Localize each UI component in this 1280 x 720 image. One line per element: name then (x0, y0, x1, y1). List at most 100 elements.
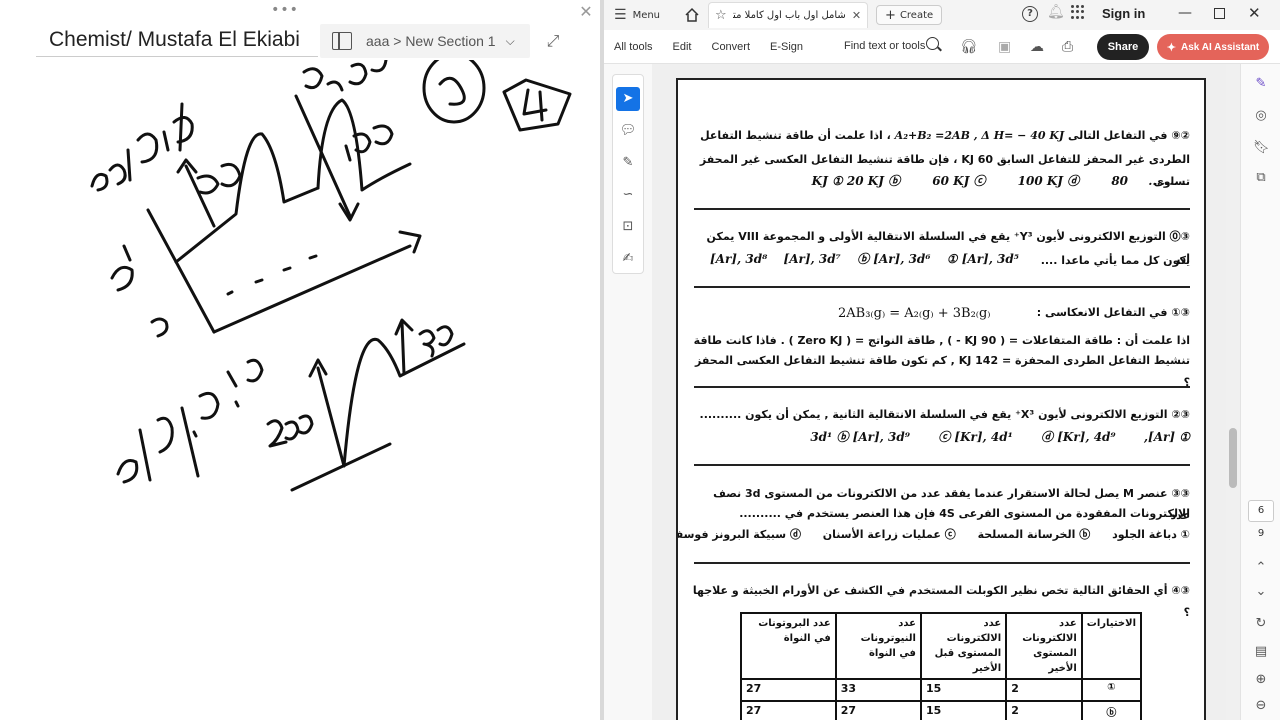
share-button[interactable]: Share (1097, 34, 1149, 60)
edit-link[interactable]: Edit (673, 41, 692, 53)
ai-sparkle-icon: ✦ (1166, 41, 1177, 54)
comments-icon[interactable]: ◎ (1253, 108, 1269, 124)
apps-icon[interactable] (1071, 5, 1085, 19)
upload-cloud-icon[interactable]: ☁ (1030, 38, 1044, 55)
select-cursor-icon[interactable]: ➤ (616, 87, 640, 111)
close-icon[interactable]: ✕ (576, 2, 596, 22)
create-label: Create (899, 9, 934, 21)
table-cell: 15 (919, 700, 1008, 720)
option-d[interactable]: 100 KJ ⓓ (1018, 174, 1080, 188)
home-icon[interactable] (682, 5, 702, 25)
quick-tools-panel: ➤ 💬︎ ✎ ∽ ⊡ ✍ (612, 74, 644, 274)
ink-stroke (400, 320, 406, 376)
ink-stroke (220, 162, 242, 188)
option-b[interactable]: ⓑ [Ar], 3d⁶ (857, 252, 931, 266)
minimize-icon[interactable]: — (1178, 5, 1192, 21)
equation: A₂+B₂ =2AB , Δ H= − 40 KJ (894, 129, 1065, 142)
comment-icon[interactable]: 💬︎ (616, 119, 640, 143)
ink-stroke (192, 430, 198, 438)
option-b[interactable]: ⓑ [Ar], 3d⁹ (837, 430, 911, 444)
chevron-up-icon[interactable]: ⌃ (1253, 560, 1269, 576)
option-d[interactable]: [Ar], 3d⁸ (710, 252, 767, 266)
convert-link[interactable]: Convert (712, 41, 751, 53)
create-button[interactable]: + Create (876, 5, 943, 25)
menu-button[interactable]: ☰ Menu (614, 7, 660, 23)
ink-stroke (136, 132, 159, 164)
option-c[interactable]: ⓒ [Kr], 4d¹ (938, 430, 1013, 444)
sign-icon[interactable]: ✍ (616, 247, 640, 271)
zoom-out-icon[interactable]: ⊖ (1253, 698, 1269, 714)
ink-stroke (284, 420, 300, 441)
section-selector[interactable]: aaa > New Section 1 ⌵ (320, 24, 530, 58)
bell-icon[interactable]: 🔔︎ (1047, 4, 1065, 20)
bookmark-icon[interactable]: 🔖︎ (1253, 140, 1270, 156)
table-cell[interactable]: ⓑ (1080, 700, 1143, 720)
option-b[interactable]: 20 KJ ⓑ (847, 174, 900, 188)
expand-icon[interactable]: ⤢ (540, 28, 566, 54)
ink-stroke (178, 102, 184, 152)
refresh-icon[interactable]: ↻ (1253, 616, 1269, 632)
ink-canvas[interactable] (0, 60, 602, 720)
option-d[interactable]: ⓓ [Kr], 4d⁹ (1041, 430, 1116, 444)
maximize-icon[interactable] (1214, 8, 1225, 19)
ink-stroke (90, 172, 109, 192)
option-b[interactable]: ⓑ الخرسانة المسلحة (978, 528, 1091, 541)
right-sidebar: ✎ ◎ 🔖︎ ⧉ 6 9 ⌃ ⌄ ↻ ▤ ⊕ ⊖ (1240, 64, 1280, 720)
chevron-down-icon[interactable]: ⌄ (1253, 584, 1269, 600)
zoom-in-icon[interactable]: ⊕ (1253, 672, 1269, 688)
option-d[interactable]: ⓓ سبيكة البرونز فوسفور (678, 528, 801, 541)
question-31-line2: اذا علمت أن : طاقة المتفاعلات = ( 90 KJ … (693, 334, 1190, 347)
divider (694, 208, 1190, 210)
main-toolbar: All tools Edit Convert E-Sign Find text … (604, 30, 1280, 64)
star-icon[interactable]: ☆ (715, 8, 727, 23)
equation: 2AB₃₍g₎ = A₂₍g₎ + 3B₂₍g₎ (838, 306, 991, 321)
highlight-pen-icon[interactable]: ✎ (616, 151, 640, 175)
sign-in-link[interactable]: Sign in (1102, 6, 1145, 21)
option-a[interactable]: ① دباغة الجلود (1112, 528, 1190, 541)
text-box-icon[interactable]: ⊡ (616, 215, 640, 239)
question-number: ③④ (1171, 584, 1190, 597)
page-title[interactable]: Chemist/ Mustafa El Ekiabi (49, 28, 300, 52)
doc-tab-title: شامل أول باب أول كاملا متدرج.... (733, 10, 846, 21)
table-header: عدد النيوترونات في النواة (834, 612, 922, 680)
table-cell: 27 (834, 700, 922, 720)
option-a[interactable]: ① [Ar], 3d⁵ (947, 252, 1019, 266)
ink-stroke (316, 366, 346, 468)
window-drag-handle[interactable]: ••• (270, 2, 300, 18)
divider (694, 386, 1190, 388)
table-cell: 27 (740, 678, 837, 702)
search-icon[interactable] (926, 37, 939, 50)
scrollbar-thumb[interactable] (1229, 428, 1237, 488)
ink-stroke (108, 163, 127, 186)
ai-summary-icon[interactable]: ✎ (1253, 76, 1269, 92)
question-text: في التفاعل الانعكاسى : (1036, 306, 1168, 319)
copy-pages-icon[interactable]: ⧉ (1253, 170, 1269, 186)
page-number-input[interactable]: 6 (1248, 500, 1274, 522)
headphones-icon[interactable]: 🎧︎ (960, 38, 978, 55)
esign-link[interactable]: E-Sign (770, 41, 803, 53)
help-icon[interactable]: ? (1022, 6, 1038, 22)
notebook-icon (332, 32, 352, 50)
ink-stroke (436, 325, 454, 347)
table-cell[interactable]: ① (1080, 678, 1143, 702)
draw-icon[interactable]: ∽ (616, 183, 640, 207)
ask-ai-button[interactable]: ✦ Ask AI Assistant (1157, 34, 1269, 60)
answer-table: الاختيارات عدد الالكترونات المستوى الأخي… (740, 612, 1143, 720)
find-tools-input[interactable]: Find text or tools (844, 40, 925, 52)
option-c[interactable]: [Ar], 3d⁷ (784, 252, 841, 266)
close-tab-icon[interactable]: ✕ (852, 9, 861, 22)
tab-document[interactable]: ☆ شامل أول باب أول كاملا متدرج.... ✕ (708, 2, 869, 28)
vertical-scrollbar[interactable] (1226, 64, 1240, 720)
ink-stroke (344, 144, 352, 162)
close-window-icon[interactable]: ✕ (1248, 4, 1261, 22)
option-c[interactable]: 60 KJ ⓒ (932, 174, 985, 188)
ink-stroke (116, 459, 139, 484)
option-c[interactable]: ⓒ عمليات زراعة الأسنان (823, 528, 956, 541)
question-31: ③① في التفاعل الانعكاسى : (1030, 302, 1190, 324)
page-icon[interactable]: ▤ (1253, 644, 1269, 660)
ink-stroke (162, 130, 170, 152)
page-total: 9 (1257, 528, 1265, 539)
print-icon[interactable]: ⎙ (1062, 38, 1073, 55)
save-icon[interactable]: ▣ (998, 38, 1011, 55)
all-tools-link[interactable]: All tools (614, 41, 653, 53)
